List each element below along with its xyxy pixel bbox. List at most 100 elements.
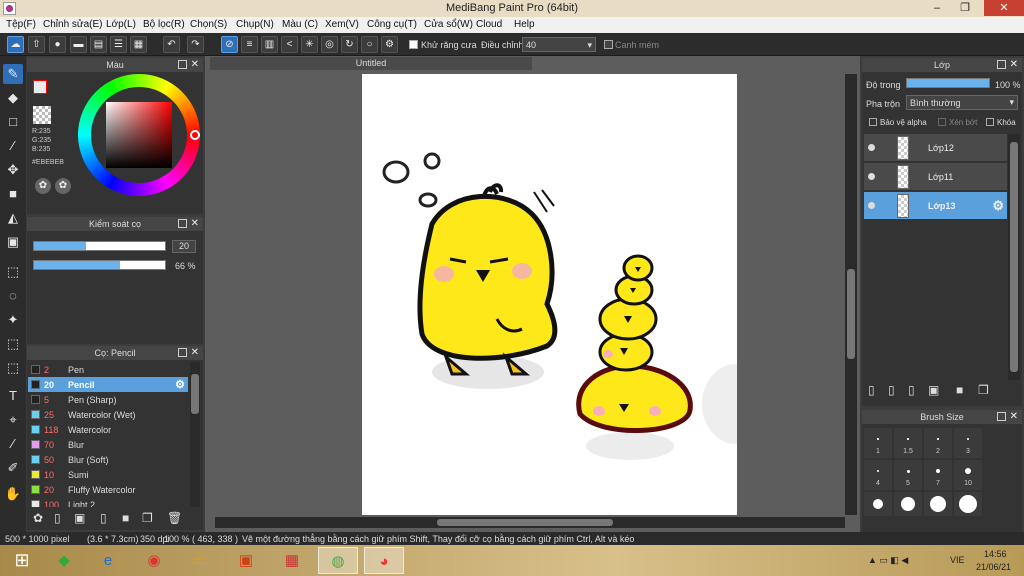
medibang-taskbar-icon[interactable]: ◕: [364, 547, 404, 574]
brush-list-item[interactable]: 5 Pen (Sharp): [28, 392, 188, 407]
brush-size-preset[interactable]: 5: [894, 460, 922, 490]
brush-size-preset[interactable]: 1: [864, 428, 892, 458]
hue-wheel[interactable]: [78, 74, 200, 196]
menu-filter[interactable]: Bộ lọc(R): [143, 19, 185, 30]
visibility-icon[interactable]: [868, 173, 875, 180]
new-layer-icon[interactable]: ▯: [868, 383, 875, 397]
eraser-tool-icon[interactable]: ◆: [3, 88, 23, 108]
menu-capture[interactable]: Chụp(N): [236, 19, 274, 30]
minimize-button[interactable]: –: [924, 0, 950, 16]
fill-rect-icon[interactable]: ■: [3, 184, 23, 204]
list-icon[interactable]: ☰: [110, 36, 127, 53]
brush-settings-icon[interactable]: ▣: [74, 511, 85, 525]
brush-list-item[interactable]: 118 Watercolor: [28, 422, 188, 437]
gear-icon[interactable]: ⚙: [175, 378, 185, 391]
visibility-icon[interactable]: [868, 144, 875, 151]
menu-tools[interactable]: Công cụ(T): [367, 19, 417, 30]
powerpoint-icon[interactable]: ▣: [226, 547, 266, 574]
rectangle-tool-icon[interactable]: □: [3, 112, 23, 132]
brush-size-preset[interactable]: [894, 492, 922, 516]
menu-view[interactable]: Xem(V): [325, 19, 359, 30]
brush-tool-icon[interactable]: ✎: [3, 64, 23, 84]
message-icon[interactable]: ▬: [70, 36, 87, 53]
drawing-canvas[interactable]: [362, 74, 737, 515]
internet-explorer-icon[interactable]: e: [88, 547, 128, 574]
new-halftone-layer-icon[interactable]: ▯: [888, 383, 895, 397]
document-tab[interactable]: Untitled: [210, 57, 532, 70]
blend-mode-select[interactable]: Bình thường ▾: [906, 95, 1018, 110]
new-1bit-layer-icon[interactable]: ▯: [908, 383, 915, 397]
brush-list-item[interactable]: 2 Pen: [28, 362, 188, 377]
snap-off-icon[interactable]: ⊘: [221, 36, 238, 53]
new-brush-icon[interactable]: ▯: [54, 511, 61, 525]
brush-list-item[interactable]: 20 Pencil ⚙: [28, 377, 188, 392]
select-pen-icon[interactable]: ⬚: [3, 334, 23, 354]
layer-add-menu-icon[interactable]: ▣: [928, 383, 939, 397]
parallel-snap-icon[interactable]: ≡: [241, 36, 258, 53]
menu-file[interactable]: Tệp(F): [6, 19, 36, 30]
visibility-icon[interactable]: [868, 202, 875, 209]
brush-size-preset[interactable]: [924, 492, 952, 516]
layer-row[interactable]: Lớp12: [864, 134, 1007, 162]
close-button[interactable]: ✕: [984, 0, 1024, 16]
grid-icon[interactable]: ▦: [130, 36, 147, 53]
undock-icon[interactable]: [178, 60, 187, 69]
chrome-icon[interactable]: ◉: [134, 547, 174, 574]
edge-checkbox[interactable]: [604, 40, 613, 49]
radial-snap-icon[interactable]: ✳: [301, 36, 318, 53]
undock-icon[interactable]: [997, 60, 1006, 69]
divide-tool-icon[interactable]: ⌖: [3, 410, 23, 430]
windows-start-icon[interactable]: ⊞: [2, 547, 42, 574]
brush-size-preset[interactable]: 3: [954, 428, 982, 458]
brush-size-preset[interactable]: 10: [954, 460, 982, 490]
file-explorer-icon[interactable]: ▭: [180, 547, 220, 574]
dot-brush-icon[interactable]: ⁄: [3, 136, 23, 156]
layer-row-selected[interactable]: Lớp13 ⚙: [864, 192, 1007, 220]
brush-size-value[interactable]: 20: [172, 240, 196, 253]
close-icon[interactable]: ✕: [1010, 58, 1018, 72]
lock-checkbox[interactable]: [986, 118, 994, 126]
redo-icon[interactable]: ↷: [187, 36, 204, 53]
select-tool-icon[interactable]: ⬚: [3, 262, 23, 282]
brush-list-item[interactable]: 100 Light 2: [28, 497, 188, 507]
palette-add-icon[interactable]: ✿: [55, 178, 71, 194]
folder-icon[interactable]: ■: [122, 511, 129, 525]
lasso-tool-icon[interactable]: ◌: [3, 286, 23, 306]
layer-list-scrollbar[interactable]: [1008, 134, 1020, 380]
close-icon[interactable]: ✕: [191, 217, 199, 231]
green-app-icon[interactable]: ◍: [318, 547, 358, 574]
comment-icon[interactable]: ●: [49, 36, 66, 53]
upload-icon[interactable]: ⇧: [28, 36, 45, 53]
brush-size-preset[interactable]: 1.5: [894, 428, 922, 458]
select-eraser-icon[interactable]: ⬚: [3, 358, 23, 378]
bluestacks-icon[interactable]: ◆: [44, 547, 84, 574]
cloud-icon[interactable]: ☁: [7, 36, 24, 53]
scroll-thumb[interactable]: [847, 269, 855, 359]
brush-list-item[interactable]: 70 Blur: [28, 437, 188, 452]
brush-folder-icon[interactable]: ▯: [100, 511, 107, 525]
menu-layer[interactable]: Lớp(L): [106, 19, 136, 30]
circle-snap-icon[interactable]: ○: [361, 36, 378, 53]
settings-icon[interactable]: ⚙: [381, 36, 398, 53]
brush-list-item[interactable]: 10 Sumi: [28, 467, 188, 482]
canvas-vertical-scrollbar[interactable]: [845, 74, 857, 515]
trash-icon[interactable]: 🗑: [167, 511, 182, 525]
menu-window[interactable]: Cửa sổ(W): [424, 19, 473, 30]
brush-size-preset[interactable]: [954, 492, 982, 516]
brush-size-preset[interactable]: 7: [924, 460, 952, 490]
close-icon[interactable]: ✕: [191, 58, 199, 72]
bucket-tool-icon[interactable]: ◭: [3, 208, 23, 228]
document-icon[interactable]: ▤: [90, 36, 107, 53]
paint-app-icon[interactable]: ▦: [272, 547, 312, 574]
canvas-horizontal-scrollbar[interactable]: [215, 517, 845, 528]
duplicate-icon[interactable]: ❐: [142, 511, 153, 525]
clock-time[interactable]: 14:56: [984, 549, 1007, 559]
primary-color-swatch[interactable]: [33, 80, 47, 94]
add-brush-icon[interactable]: ✿: [33, 511, 43, 525]
menu-edit[interactable]: Chỉnh sửa(E): [43, 19, 103, 30]
duplicate-icon[interactable]: ❐: [978, 383, 989, 397]
hue-handle[interactable]: [190, 130, 200, 140]
brush-opacity-slider[interactable]: [33, 260, 166, 270]
undo-icon[interactable]: ↶: [163, 36, 180, 53]
gradient-tool-icon[interactable]: ▣: [3, 232, 23, 252]
